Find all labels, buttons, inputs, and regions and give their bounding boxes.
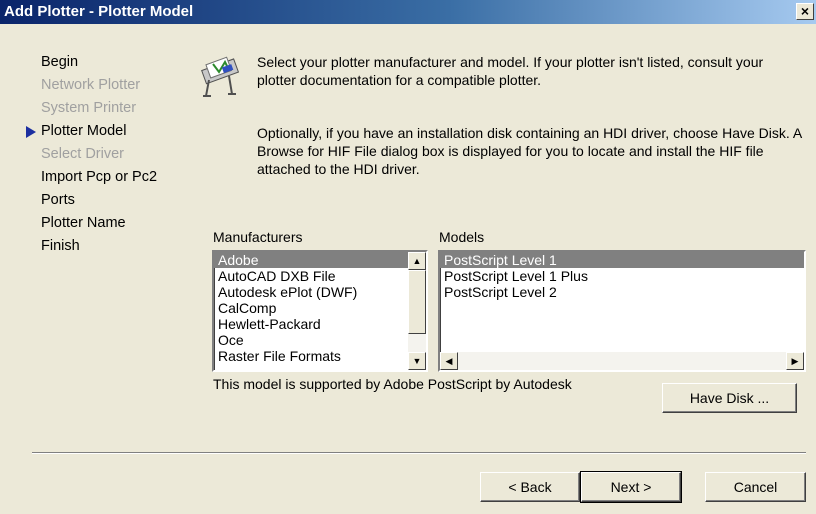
step-ports: Ports xyxy=(26,189,196,212)
list-item[interactable]: Hewlett-Packard xyxy=(214,316,426,332)
step-label: Plotter Name xyxy=(41,215,126,231)
step-label: Ports xyxy=(41,192,75,208)
have-disk-button[interactable]: Have Disk ... xyxy=(662,383,797,413)
list-item[interactable]: AutoCAD DXB File xyxy=(214,268,426,284)
models-scrollbar[interactable]: ◀ ▶ xyxy=(440,352,804,370)
title-bar: Add Plotter - Plotter Model × xyxy=(0,0,816,24)
manufacturers-label: Manufacturers xyxy=(213,229,303,245)
step-label: Finish xyxy=(41,238,80,254)
step-label: Network Plotter xyxy=(41,77,141,93)
next-button[interactable]: Next > xyxy=(580,471,682,503)
list-item[interactable]: PostScript Level 2 xyxy=(440,284,804,300)
step-label: Begin xyxy=(41,54,79,70)
list-item[interactable]: CalComp xyxy=(214,300,426,316)
hdi-instructions-text: Optionally, if you have an installation … xyxy=(257,125,802,177)
close-button[interactable]: × xyxy=(796,3,814,20)
scroll-down-icon[interactable]: ▼ xyxy=(408,352,426,370)
wizard-steps: Begin Network Plotter System Printer Plo… xyxy=(26,51,196,258)
step-system-printer: System Printer xyxy=(26,97,196,120)
step-label: System Printer xyxy=(41,100,137,116)
step-select-driver: Select Driver xyxy=(26,143,196,166)
list-item-adobe[interactable]: Adobe xyxy=(214,252,426,268)
step-label: Import Pcp or Pc2 xyxy=(41,169,158,185)
step-begin: Begin xyxy=(26,51,196,74)
scroll-up-icon[interactable]: ▲ xyxy=(408,252,426,270)
scroll-left-icon[interactable]: ◀ xyxy=(440,352,458,370)
manufacturers-scrollbar[interactable]: ▲ ▼ xyxy=(408,252,426,370)
instructions-text: Select your plotter manufacturer and mod… xyxy=(257,54,764,88)
window-title: Add Plotter - Plotter Model xyxy=(4,3,194,20)
plotter-icon xyxy=(201,56,240,97)
manufacturers-listbox[interactable]: Adobe AutoCAD DXB File Autodesk ePlot (D… xyxy=(212,250,428,372)
models-label: Models xyxy=(439,229,485,245)
list-item[interactable]: Autodesk ePlot (DWF) xyxy=(214,284,426,300)
step-finish: Finish xyxy=(26,235,196,258)
list-item[interactable]: PostScript Level 1 Plus xyxy=(440,268,804,284)
model-support-text: This model is supported by Adobe PostScr… xyxy=(213,376,572,392)
step-label: Plotter Model xyxy=(41,123,127,139)
scroll-right-icon[interactable]: ▶ xyxy=(786,352,804,370)
step-import-pcp: Import Pcp or Pc2 xyxy=(26,166,196,189)
cancel-button[interactable]: Cancel xyxy=(705,472,806,502)
scroll-thumb[interactable] xyxy=(408,270,426,334)
list-item[interactable]: Raster File Formats xyxy=(214,348,426,364)
step-label: Select Driver xyxy=(41,146,124,162)
step-plotter-name: Plotter Name xyxy=(26,212,196,235)
models-listbox[interactable]: PostScript Level 1 PostScript Level 1 Pl… xyxy=(438,250,806,372)
divider xyxy=(32,452,806,454)
current-step-arrow-icon xyxy=(26,126,36,138)
list-item[interactable]: Oce xyxy=(214,332,426,348)
back-button[interactable]: < Back xyxy=(480,472,580,502)
step-plotter-model: Plotter Model xyxy=(26,120,196,143)
step-network-plotter: Network Plotter xyxy=(26,74,196,97)
list-item-postscript-level-1[interactable]: PostScript Level 1 xyxy=(440,252,804,268)
